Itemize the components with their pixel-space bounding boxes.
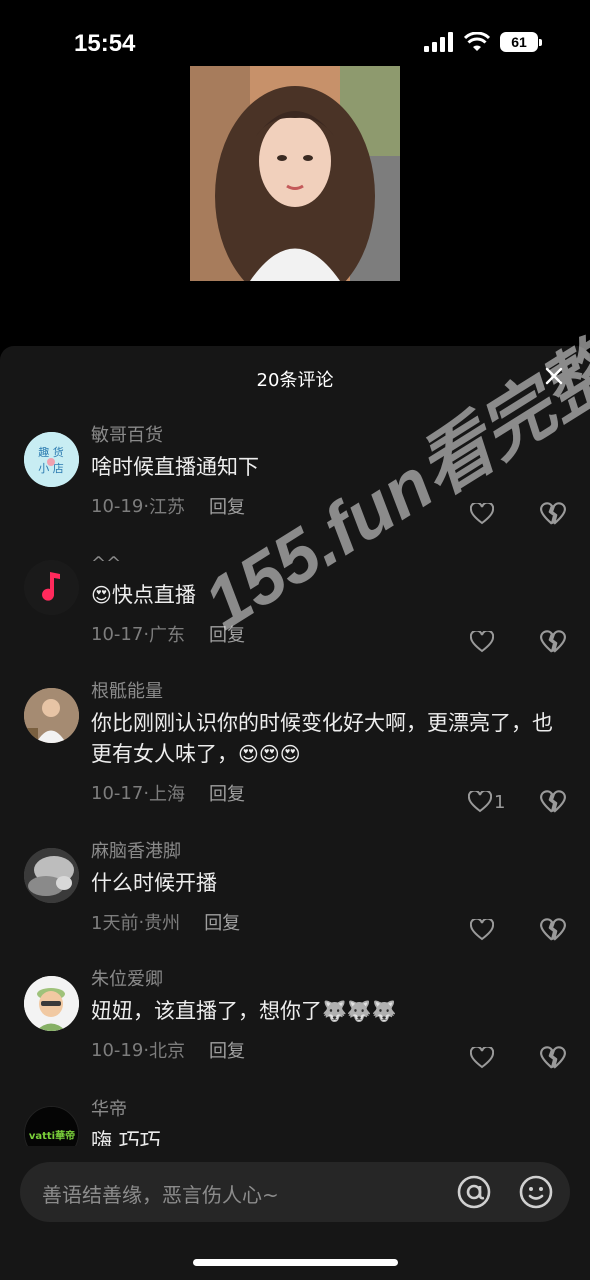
comment-text: 啥时候直播通知下 — [91, 455, 259, 479]
wolf-emoji: 🐺🐺🐺 — [322, 999, 397, 1023]
comment-location: 上海 — [149, 784, 186, 805]
like-button[interactable] — [470, 1044, 504, 1072]
reply-button[interactable]: 回复 — [209, 780, 245, 806]
comment-text: 你比刚刚认识你的时候变化好大啊，更漂亮了，也更有女人味了，😍😍😍 — [91, 711, 553, 766]
comment-text: 😍快点直播 — [91, 583, 196, 607]
heart-icon — [470, 1047, 494, 1069]
battery-icon: 61 — [500, 32, 542, 52]
video-thumbnail[interactable] — [190, 66, 400, 281]
at-icon[interactable] — [456, 1174, 492, 1210]
close-icon[interactable] — [542, 364, 566, 388]
comment-location: 广东 — [149, 625, 186, 646]
comment-location: 北京 — [149, 1041, 186, 1062]
comment-item: 麻脑香港脚 什么时候开播 1天前 · 贵州 回复 — [0, 840, 590, 970]
comment-list[interactable]: 趣 货 小 店 敏哥百货 啥时候直播通知下 10-19 · 江苏 回复 ^^ 😍… — [0, 416, 590, 1146]
wifi-icon — [464, 32, 490, 51]
like-button[interactable] — [470, 500, 504, 528]
avatar[interactable] — [24, 688, 79, 743]
comment-location: 江苏 — [149, 497, 186, 518]
comment-body: 华帝 嗨 巧巧 — [91, 1098, 570, 1146]
reply-button[interactable]: 回复 — [209, 493, 245, 519]
comment-date: 10-19 — [91, 495, 144, 517]
comment-input-placeholder: 善语结善缘，恶言伤人心~ — [42, 1183, 279, 1207]
smiling-hearts-emoji: 😍 — [91, 583, 112, 607]
comment-text: 妞妞，该直播了，想你了🐺🐺🐺 — [91, 999, 397, 1023]
reply-button[interactable]: 回复 — [209, 1037, 245, 1063]
comment-input[interactable]: 善语结善缘，恶言伤人心~ — [20, 1162, 570, 1222]
broken-heart-icon[interactable] — [540, 628, 566, 656]
comment-text: 嗨 巧巧 — [91, 1129, 161, 1146]
like-button[interactable]: 1 — [468, 788, 512, 816]
avatar[interactable]: 趣 货 小 店 — [24, 432, 79, 487]
comments-count-title: 20条评论 — [256, 370, 334, 391]
reply-button[interactable]: 回复 — [204, 909, 240, 935]
avatar-brand-text: vatti華帝 — [29, 1129, 75, 1142]
avatar[interactable] — [24, 976, 79, 1031]
battery-level: 61 — [500, 32, 538, 52]
broken-heart-icon[interactable] — [540, 916, 566, 944]
broken-heart-icon[interactable] — [540, 500, 566, 528]
status-time: 15:54 — [74, 30, 136, 57]
status-icons: 61 — [424, 32, 542, 52]
broken-heart-icon[interactable] — [540, 788, 566, 816]
comment-item: vatti華帝 华帝 嗨 巧巧 — [0, 1098, 590, 1146]
like-count: 1 — [494, 791, 506, 813]
comment-username[interactable]: 敏哥百货 — [91, 424, 570, 448]
comment-username[interactable]: 朱位爱卿 — [91, 968, 570, 992]
comments-sheet: 20条评论 趣 货 小 店 敏哥百货 啥时候直播通知下 10-19 · 江苏 回复 — [0, 346, 590, 1280]
comment-input-bar: 善语结善缘，恶言伤人心~ — [0, 1146, 590, 1280]
heart-icon — [468, 791, 492, 813]
heart-icon — [470, 631, 494, 653]
avatar[interactable] — [24, 848, 79, 903]
comment-item: 趣 货 小 店 敏哥百货 啥时候直播通知下 10-19 · 江苏 回复 — [0, 424, 590, 552]
comment-username[interactable]: ^^ — [91, 552, 570, 576]
comment-username[interactable]: 根骶能量 — [91, 680, 570, 704]
home-indicator[interactable] — [193, 1259, 398, 1266]
comment-item: ^^ 😍快点直播 10-17 · 广东 回复 — [0, 552, 590, 682]
comment-username[interactable]: 麻脑香港脚 — [91, 840, 570, 864]
emoji-face-icon[interactable] — [518, 1174, 554, 1210]
like-button[interactable] — [470, 628, 504, 656]
comment-date: 10-19 — [91, 1039, 144, 1061]
broken-heart-icon[interactable] — [540, 1044, 566, 1072]
smiling-hearts-emoji: 😍😍😍 — [238, 742, 301, 766]
comment-date: 10-17 — [91, 623, 144, 645]
comment-date: 1天前 — [91, 913, 139, 934]
comment-location: 贵州 — [144, 913, 181, 934]
avatar-shop-line1: 趣 货 — [38, 445, 64, 459]
reply-button[interactable]: 回复 — [209, 621, 245, 647]
avatar[interactable]: vatti華帝 — [24, 1106, 79, 1146]
signal-icon — [424, 32, 453, 52]
comment-text: 什么时候开播 — [91, 871, 217, 895]
comment-username[interactable]: 华帝 — [91, 1098, 570, 1122]
like-button[interactable] — [470, 916, 504, 944]
comment-item: 朱位爱卿 妞妞，该直播了，想你了🐺🐺🐺 10-19 · 北京 回复 — [0, 968, 590, 1098]
comment-date: 10-17 — [91, 782, 144, 804]
comment-item: 根骶能量 你比刚刚认识你的时候变化好大啊，更漂亮了，也更有女人味了，😍😍😍 10… — [0, 680, 590, 842]
avatar[interactable] — [24, 560, 79, 615]
sheet-header: 20条评论 — [0, 346, 590, 406]
heart-icon — [470, 919, 494, 941]
heart-icon — [470, 503, 494, 525]
